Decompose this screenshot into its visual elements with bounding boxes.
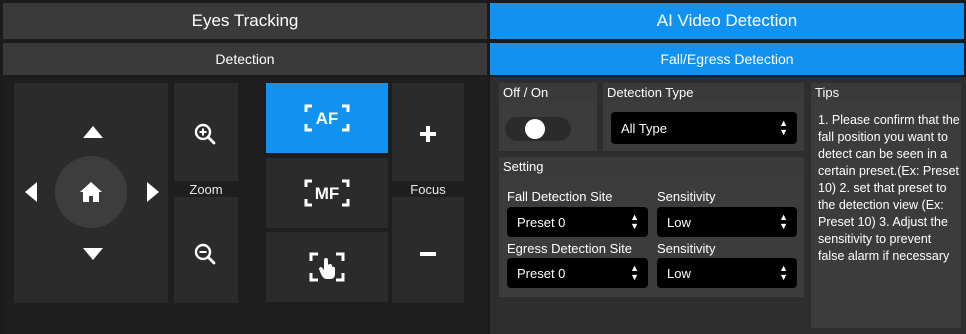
- chevron-updown-icon: ▲ ▼: [779, 118, 788, 137]
- minus-icon[interactable]: [414, 240, 442, 268]
- toggle-knob: [525, 119, 545, 139]
- chevron-updown-icon: ▲ ▼: [630, 263, 639, 282]
- arrow-up-icon[interactable]: [82, 123, 104, 141]
- svg-text:AF: AF: [316, 109, 339, 128]
- manual-focus-button[interactable]: MF: [266, 158, 388, 228]
- detection-type-label: Detection Type: [603, 83, 804, 101]
- egress-site-value: Preset 0: [517, 265, 566, 281]
- touch-focus-icon: [309, 252, 345, 282]
- home-button[interactable]: [55, 156, 127, 228]
- egress-site-select[interactable]: Preset 0 ▲ ▼: [507, 258, 648, 288]
- subtab-detection[interactable]: Detection: [3, 43, 487, 75]
- af-icon: AF: [304, 104, 350, 132]
- tab-eyes-tracking[interactable]: Eyes Tracking: [3, 3, 487, 39]
- egress-sensitivity-value: Low: [667, 265, 691, 281]
- tab-ai-video-detection[interactable]: AI Video Detection: [490, 3, 964, 39]
- arrow-down-icon[interactable]: [82, 245, 104, 263]
- mf-icon: MF: [304, 179, 350, 207]
- fall-site-label: Fall Detection Site: [507, 189, 613, 204]
- touch-focus-button[interactable]: [266, 232, 388, 302]
- focus-column: Focus: [392, 83, 464, 303]
- arrow-right-icon[interactable]: [144, 180, 162, 204]
- fall-sensitivity-label: Sensitivity: [657, 189, 716, 204]
- fall-site-select[interactable]: Preset 0 ▲ ▼: [507, 207, 648, 237]
- zoom-column: Zoom: [174, 83, 238, 303]
- detection-toggle[interactable]: [505, 117, 571, 141]
- plus-icon[interactable]: [414, 120, 442, 148]
- egress-sensitivity-select[interactable]: Low ▲ ▼: [657, 258, 797, 288]
- svg-text:MF: MF: [315, 184, 340, 203]
- setting-label: Setting: [499, 157, 804, 175]
- fall-sensitivity-select[interactable]: Low ▲ ▼: [657, 207, 797, 237]
- egress-sensitivity-label: Sensitivity: [657, 241, 716, 256]
- detection-type-select[interactable]: All Type ▲ ▼: [611, 112, 797, 144]
- tips-title: Tips: [811, 83, 961, 101]
- chevron-updown-icon: ▲ ▼: [630, 212, 639, 231]
- detection-type-value: All Type: [621, 120, 668, 136]
- focus-label: Focus: [392, 181, 464, 197]
- tips-text: 1. Please confirm that the fall position…: [818, 113, 960, 263]
- home-icon: [80, 182, 102, 202]
- zoom-in-icon[interactable]: [190, 120, 220, 148]
- fall-sensitivity-value: Low: [667, 214, 691, 230]
- zoom-label: Zoom: [174, 181, 238, 197]
- subtab-fall-egress-detection[interactable]: Fall/Egress Detection: [490, 43, 964, 75]
- fall-site-value: Preset 0: [517, 214, 566, 230]
- zoom-out-icon[interactable]: [190, 240, 220, 268]
- egress-site-label: Egress Detection Site: [507, 241, 633, 256]
- auto-focus-button[interactable]: AF: [266, 83, 388, 153]
- arrow-left-icon[interactable]: [22, 180, 40, 204]
- chevron-updown-icon: ▲ ▼: [779, 212, 788, 231]
- chevron-updown-icon: ▲ ▼: [779, 263, 788, 282]
- off-on-label: Off / On: [499, 83, 597, 101]
